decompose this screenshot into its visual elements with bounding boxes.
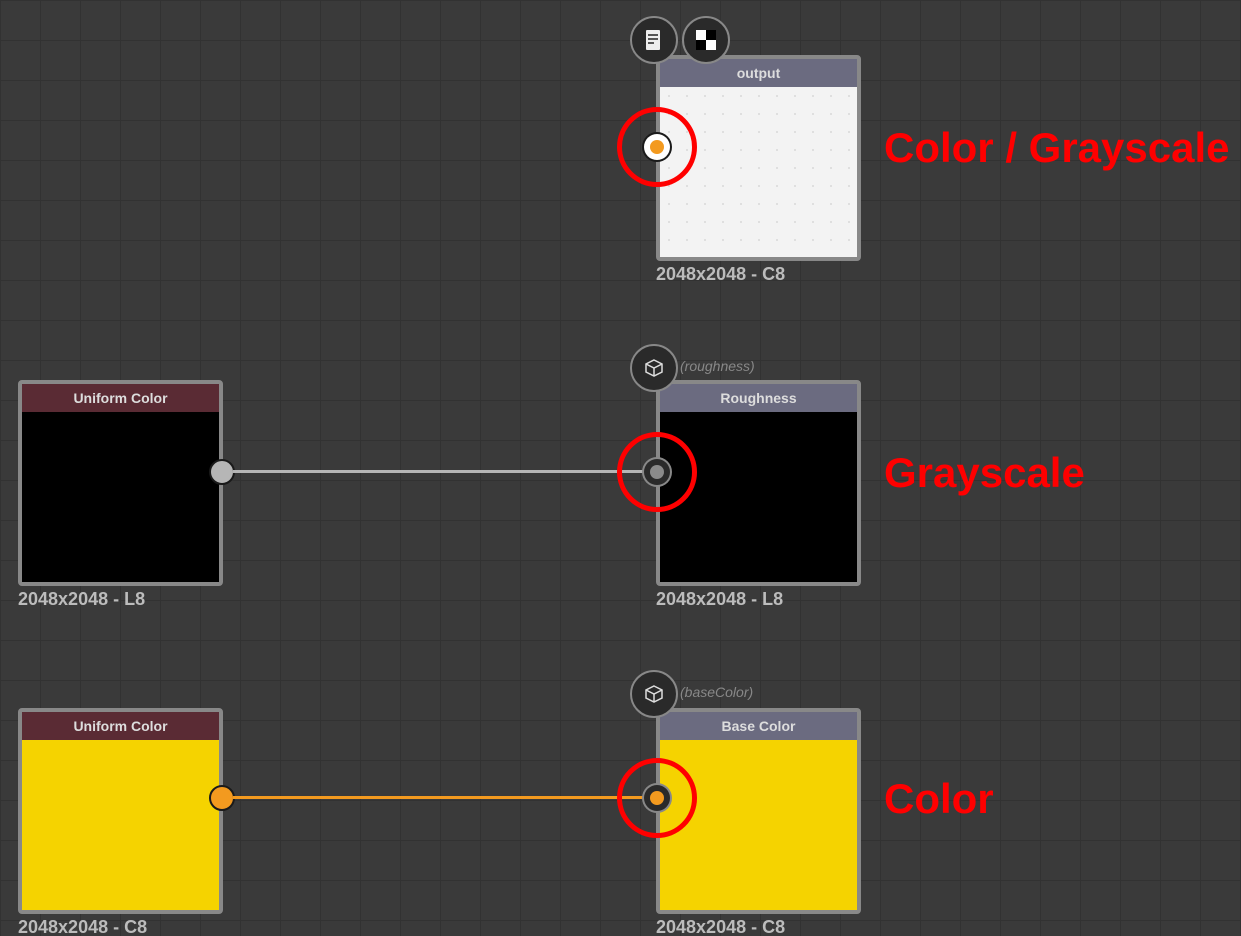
annotation-grayscale: Grayscale	[884, 449, 1085, 497]
port-uniform-yellow-output[interactable]	[209, 785, 235, 811]
node-uniform-gray[interactable]: Uniform Color	[18, 380, 223, 586]
node-uniform-yellow[interactable]: Uniform Color	[18, 708, 223, 914]
checker-icon[interactable]	[682, 16, 730, 64]
node-output-title: output	[660, 59, 857, 87]
node-output[interactable]: output	[656, 55, 861, 261]
connection-orange	[233, 796, 651, 799]
node-uniform-yellow-title: Uniform Color	[22, 712, 219, 740]
node-roughness[interactable]: Roughness	[656, 380, 861, 586]
port-basecolor-input[interactable]	[650, 791, 664, 805]
port-output-input[interactable]	[650, 140, 664, 154]
node-roughness-preview	[660, 412, 857, 582]
annotation-output: Color / Grayscale	[884, 124, 1230, 172]
node-basecolor[interactable]: Base Color	[656, 708, 861, 914]
node-basecolor-preview	[660, 740, 857, 910]
node-uniform-yellow-caption: 2048x2048 - C8	[18, 917, 147, 936]
node-basecolor-subcaption: (baseColor)	[680, 684, 753, 700]
node-output-caption: 2048x2048 - C8	[656, 264, 785, 285]
annotation-color: Color	[884, 775, 994, 823]
node-basecolor-caption: 2048x2048 - C8	[656, 917, 785, 936]
port-roughness-input[interactable]	[650, 465, 664, 479]
node-roughness-caption: 2048x2048 - L8	[656, 589, 783, 610]
node-graph-canvas[interactable]: output 2048x2048 - C8 Color / Grayscale …	[0, 0, 1241, 936]
node-basecolor-title: Base Color	[660, 712, 857, 740]
document-icon[interactable]	[630, 16, 678, 64]
node-uniform-gray-title: Uniform Color	[22, 384, 219, 412]
port-uniform-gray-output[interactable]	[209, 459, 235, 485]
cube-icon-roughness[interactable]	[630, 344, 678, 392]
node-output-preview	[660, 87, 857, 257]
connection-gray	[233, 470, 651, 473]
node-roughness-subcaption: (roughness)	[680, 358, 755, 374]
node-uniform-yellow-preview	[22, 740, 219, 910]
node-uniform-gray-preview	[22, 412, 219, 582]
node-uniform-gray-caption: 2048x2048 - L8	[18, 589, 145, 610]
cube-icon-basecolor[interactable]	[630, 670, 678, 718]
node-roughness-title: Roughness	[660, 384, 857, 412]
